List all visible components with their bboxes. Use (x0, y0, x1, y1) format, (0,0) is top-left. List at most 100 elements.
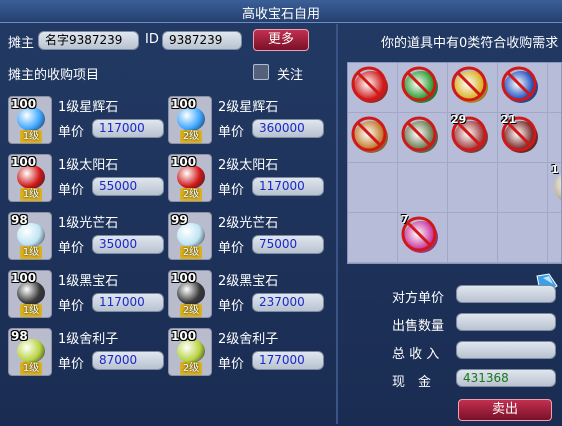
sell-qty-field[interactable] (456, 313, 556, 331)
item-qty: 100 (11, 155, 37, 169)
item-qty: 100 (11, 271, 37, 285)
purchase-item[interactable]: 100 2级 2级星辉石 单价 360000 (168, 96, 328, 154)
inventory-slot[interactable] (548, 213, 561, 263)
item-price-field: 177000 (252, 351, 324, 370)
inventory-slot[interactable] (498, 163, 548, 213)
inventory-slot[interactable]: 7 (398, 213, 448, 263)
inventory-slot[interactable] (398, 63, 448, 113)
item-icon-box[interactable]: 100 2级 (168, 328, 212, 376)
item-qty: 100 (171, 155, 197, 169)
purchase-item[interactable]: 99 2级 2级光芒石 单价 75000 (168, 212, 328, 270)
total-income-label: 总 收 入 (392, 347, 440, 362)
inventory-slot[interactable] (448, 163, 498, 213)
purchase-item[interactable]: 100 1级 1级黑宝石单价 117000 (8, 270, 168, 328)
item-price-label: 单价 (58, 241, 85, 256)
item-icon-box[interactable]: 100 2级 (168, 154, 212, 202)
purchase-item[interactable]: 100 2级 2级舍利子单价 177000 (168, 328, 328, 386)
item-icon-box[interactable]: 98 1级 (8, 212, 52, 260)
inventory-slot[interactable] (398, 163, 448, 213)
item-price-label: 单价 (218, 357, 245, 372)
item-icon-box[interactable]: 100 2级 (168, 270, 212, 318)
inventory-slot[interactable] (448, 213, 498, 263)
inventory-slot[interactable] (498, 213, 548, 263)
item-icon-box[interactable]: 100 1级 (8, 154, 52, 202)
item-price-field: 117000 (92, 293, 164, 312)
inventory-slot[interactable]: 1 (548, 163, 561, 213)
item-price-field: 87000 (92, 351, 164, 370)
purchase-item[interactable]: 98 1级 1级舍利子单价 87000 (8, 328, 168, 386)
item-price-field: 75000 (252, 235, 324, 254)
inventory-slot[interactable] (548, 63, 561, 113)
inventory-slot[interactable] (348, 63, 398, 113)
title-bar: 高收宝石自用 (0, 0, 562, 23)
inventory-slot[interactable]: 29 (448, 113, 498, 163)
item-price-label: 单价 (58, 125, 85, 140)
inventory-slot[interactable]: 21 (498, 113, 548, 163)
item-price-label: 单价 (58, 357, 85, 372)
slot-count: 21 (501, 113, 517, 126)
inventory-notice: 你的道具中有0类符合收购需求 (381, 36, 559, 51)
item-icon-box[interactable]: 98 1级 (8, 328, 52, 376)
not-allowed-icon (351, 116, 387, 152)
inventory-slot[interactable] (348, 163, 398, 213)
item-name: 2级星辉石 (218, 100, 279, 115)
follow-checkbox[interactable] (253, 64, 269, 80)
inventory-slot[interactable] (498, 63, 548, 113)
stall-window: 高收宝石自用 摊主 名字9387239 ID 9387239 更多 摊主的收购项… (0, 0, 562, 426)
item-grade: 1级 (20, 362, 42, 375)
not-allowed-icon (401, 116, 437, 152)
item-icon-box[interactable]: 100 1级 (8, 96, 52, 144)
item-grade: 1级 (20, 130, 42, 143)
follow-label: 关注 (277, 68, 304, 83)
purchase-item[interactable]: 100 2级 2级太阳石单价 117000 (168, 154, 328, 212)
not-allowed-icon (401, 66, 437, 102)
not-allowed-icon (501, 66, 537, 102)
item-qty: 99 (171, 213, 188, 227)
item-grade: 2级 (180, 130, 202, 143)
inventory-slot[interactable] (348, 213, 398, 263)
item-name: 2级太阳石 (218, 158, 279, 173)
item-price-field: 117000 (92, 119, 164, 138)
item-name: 1级太阳石 (58, 158, 119, 173)
item-grade: 2级 (180, 188, 202, 201)
item-price-label: 单价 (58, 299, 85, 314)
item-grade: 1级 (20, 304, 42, 317)
purchase-item[interactable]: 100 1级 1级星辉石 单价 117000 (8, 96, 168, 154)
inventory-slot[interactable] (548, 113, 561, 163)
item-name: 1级舍利子 (58, 332, 119, 347)
sell-qty-label: 出售数量 (392, 319, 445, 334)
item-price-label: 单价 (218, 125, 245, 140)
inventory-slot[interactable] (348, 113, 398, 163)
item-grade: 1级 (20, 188, 42, 201)
sell-button[interactable]: 卖出 (458, 399, 552, 421)
item-price-field: 35000 (92, 235, 164, 254)
purchase-item[interactable]: 98 1级 1级光芒石 单价 35000 (8, 212, 168, 270)
not-allowed-icon (451, 66, 487, 102)
item-qty: 100 (171, 271, 197, 285)
more-button[interactable]: 更多 (253, 29, 309, 51)
inventory-slot[interactable] (448, 63, 498, 113)
item-icon-box[interactable]: 100 1级 (8, 270, 52, 318)
item-icon-box[interactable]: 100 2级 (168, 96, 212, 144)
item-price-field: 55000 (92, 177, 164, 196)
window-title: 高收宝石自用 (241, 7, 320, 22)
item-name: 2级舍利子 (218, 332, 279, 347)
item-price-label: 单价 (58, 183, 85, 198)
item-price-field: 117000 (252, 177, 324, 196)
cash-label: 现 金 (392, 375, 432, 390)
panel-divider (336, 24, 338, 424)
purchase-item[interactable]: 100 1级 1级太阳石单价 55000 (8, 154, 168, 212)
seller-label: 摊主 (8, 36, 35, 51)
item-grade: 2级 (180, 246, 202, 259)
item-grade: 2级 (180, 304, 202, 317)
item-price-label: 单价 (218, 183, 245, 198)
inventory-slot[interactable] (398, 113, 448, 163)
item-name: 1级黑宝石 (58, 274, 119, 289)
item-price-field: 237000 (252, 293, 324, 312)
item-qty: 100 (171, 97, 197, 111)
purchase-list-label: 摊主的收购项目 (8, 68, 100, 83)
purchase-item[interactable]: 100 2级 2级黑宝石 单价 237000 (168, 270, 328, 328)
item-icon-box[interactable]: 99 2级 (168, 212, 212, 260)
seller-name-field: 名字9387239 (38, 31, 139, 50)
item-price-label: 单价 (218, 299, 245, 314)
